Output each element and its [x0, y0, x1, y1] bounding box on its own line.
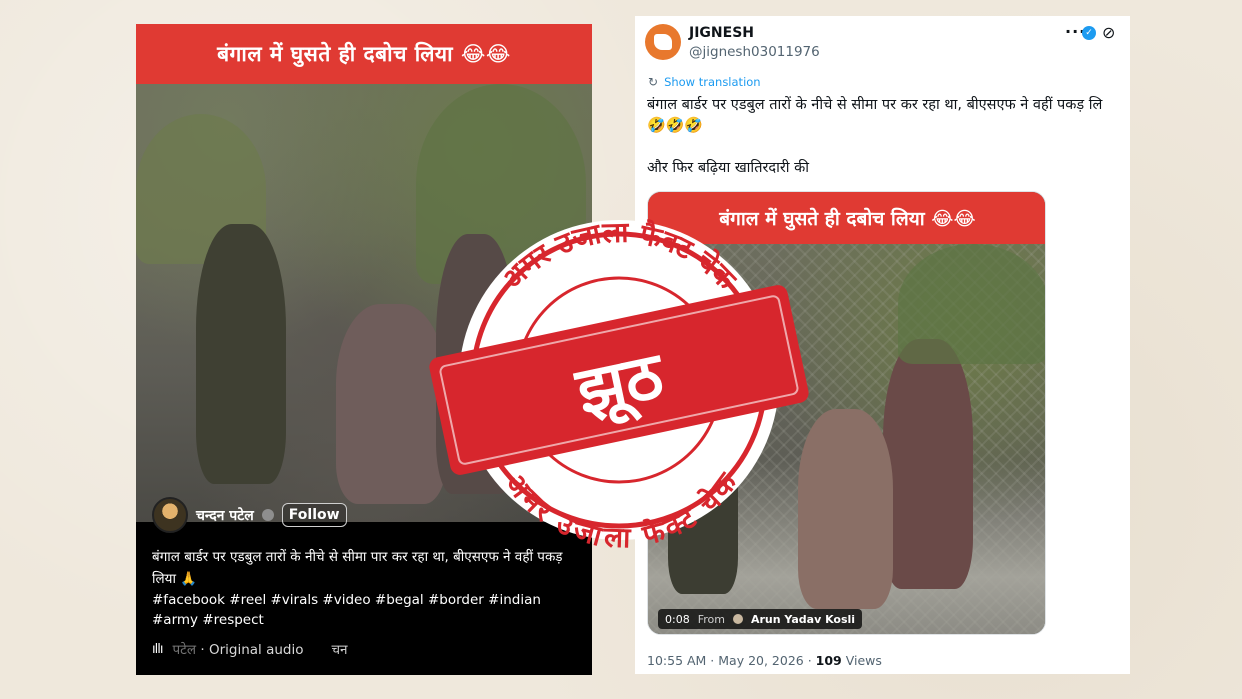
tweet-emojis: 🤣🤣🤣 — [647, 116, 704, 134]
tweet-meta: 10:55 AM · May 20, 2026 · 109 Views — [647, 653, 882, 668]
tweet-screenshot: JIGNESH @jignesh03011976 ··· ✓ ⊘ ↻ Show … — [635, 16, 1130, 674]
audio-wave-icon: ıllı — [152, 641, 163, 657]
tweet-author-handle[interactable]: @jignesh03011976 — [689, 44, 820, 60]
map-icon — [654, 34, 672, 50]
soldier-figure — [196, 224, 286, 484]
video-time-chip: 0:08 From Arun Yadav Kosli — [658, 609, 863, 629]
foliage — [898, 244, 1045, 364]
reel-hashtags[interactable]: #facebook #reel #virals #video #begal #b… — [152, 590, 582, 630]
video-time: 0:08 — [665, 612, 690, 626]
audio-row[interactable]: ıllı पटेल · Original audio चन — [152, 640, 582, 659]
tweet-video[interactable]: बंगाल में घुसते ही दबोच लिया 😂😂 0:08 Fro… — [647, 191, 1046, 635]
source-avatar — [732, 614, 743, 624]
reel-user: चन्दन पटेल Follow — [152, 496, 347, 534]
reel-description: बंगाल बार्डर पर एडबुल तारों के नीचे से स… — [152, 549, 563, 587]
audio-user: पटेल — [172, 642, 197, 658]
tweet-text: बंगाल बार्डर पर एडबुल तारों के नीचे से स… — [647, 97, 1103, 113]
video-frame[interactable] — [648, 244, 1045, 634]
user-name[interactable]: चन्दन पटेल — [196, 506, 254, 525]
video-caption-banner: बंगाल में घुसते ही दबोच लिया 😂😂 — [648, 192, 1045, 244]
audio-label: · Original audio — [200, 642, 304, 658]
avatar[interactable] — [645, 24, 681, 60]
video-caption-banner: बंगाल में घुसते ही दबोच लिया 😂😂 — [136, 24, 592, 84]
globe-icon — [261, 509, 274, 521]
audio-trail: चन — [331, 642, 348, 658]
soldier-figure — [668, 414, 738, 594]
from-label: From — [697, 612, 725, 626]
soldier-figure — [883, 339, 973, 589]
reel-screenshot: बंगाल में घुसते ही दबोच लिया 😂😂 चन्दन पट… — [136, 24, 592, 675]
show-translation-label: Show translation — [664, 75, 761, 89]
tweet-author-name[interactable]: JIGNESH — [689, 25, 754, 41]
verified-badge-icon: ✓ — [1082, 26, 1096, 40]
tweet-text-second: और फिर बढ़िया खातिरदारी की — [647, 160, 810, 176]
follow-button[interactable]: Follow — [281, 503, 347, 527]
grok-icon[interactable]: ⊘ — [1102, 23, 1115, 42]
avatar[interactable] — [152, 497, 188, 533]
show-translation[interactable]: ↻ Show translation — [648, 75, 761, 89]
soldier-figure — [336, 304, 446, 504]
reel-video[interactable]: बंगाल में घुसते ही दबोच लिया 😂😂 — [136, 24, 592, 522]
views-count: 109 — [815, 653, 842, 668]
soldier-figure — [436, 234, 516, 494]
source-author[interactable]: Arun Yadav Kosli — [751, 613, 855, 626]
translate-icon: ↻ — [648, 75, 659, 89]
views-label: Views — [841, 653, 882, 668]
soldier-figure — [798, 409, 893, 609]
tweet-timestamp[interactable]: 10:55 AM · May 20, 2026 · — [647, 653, 816, 668]
